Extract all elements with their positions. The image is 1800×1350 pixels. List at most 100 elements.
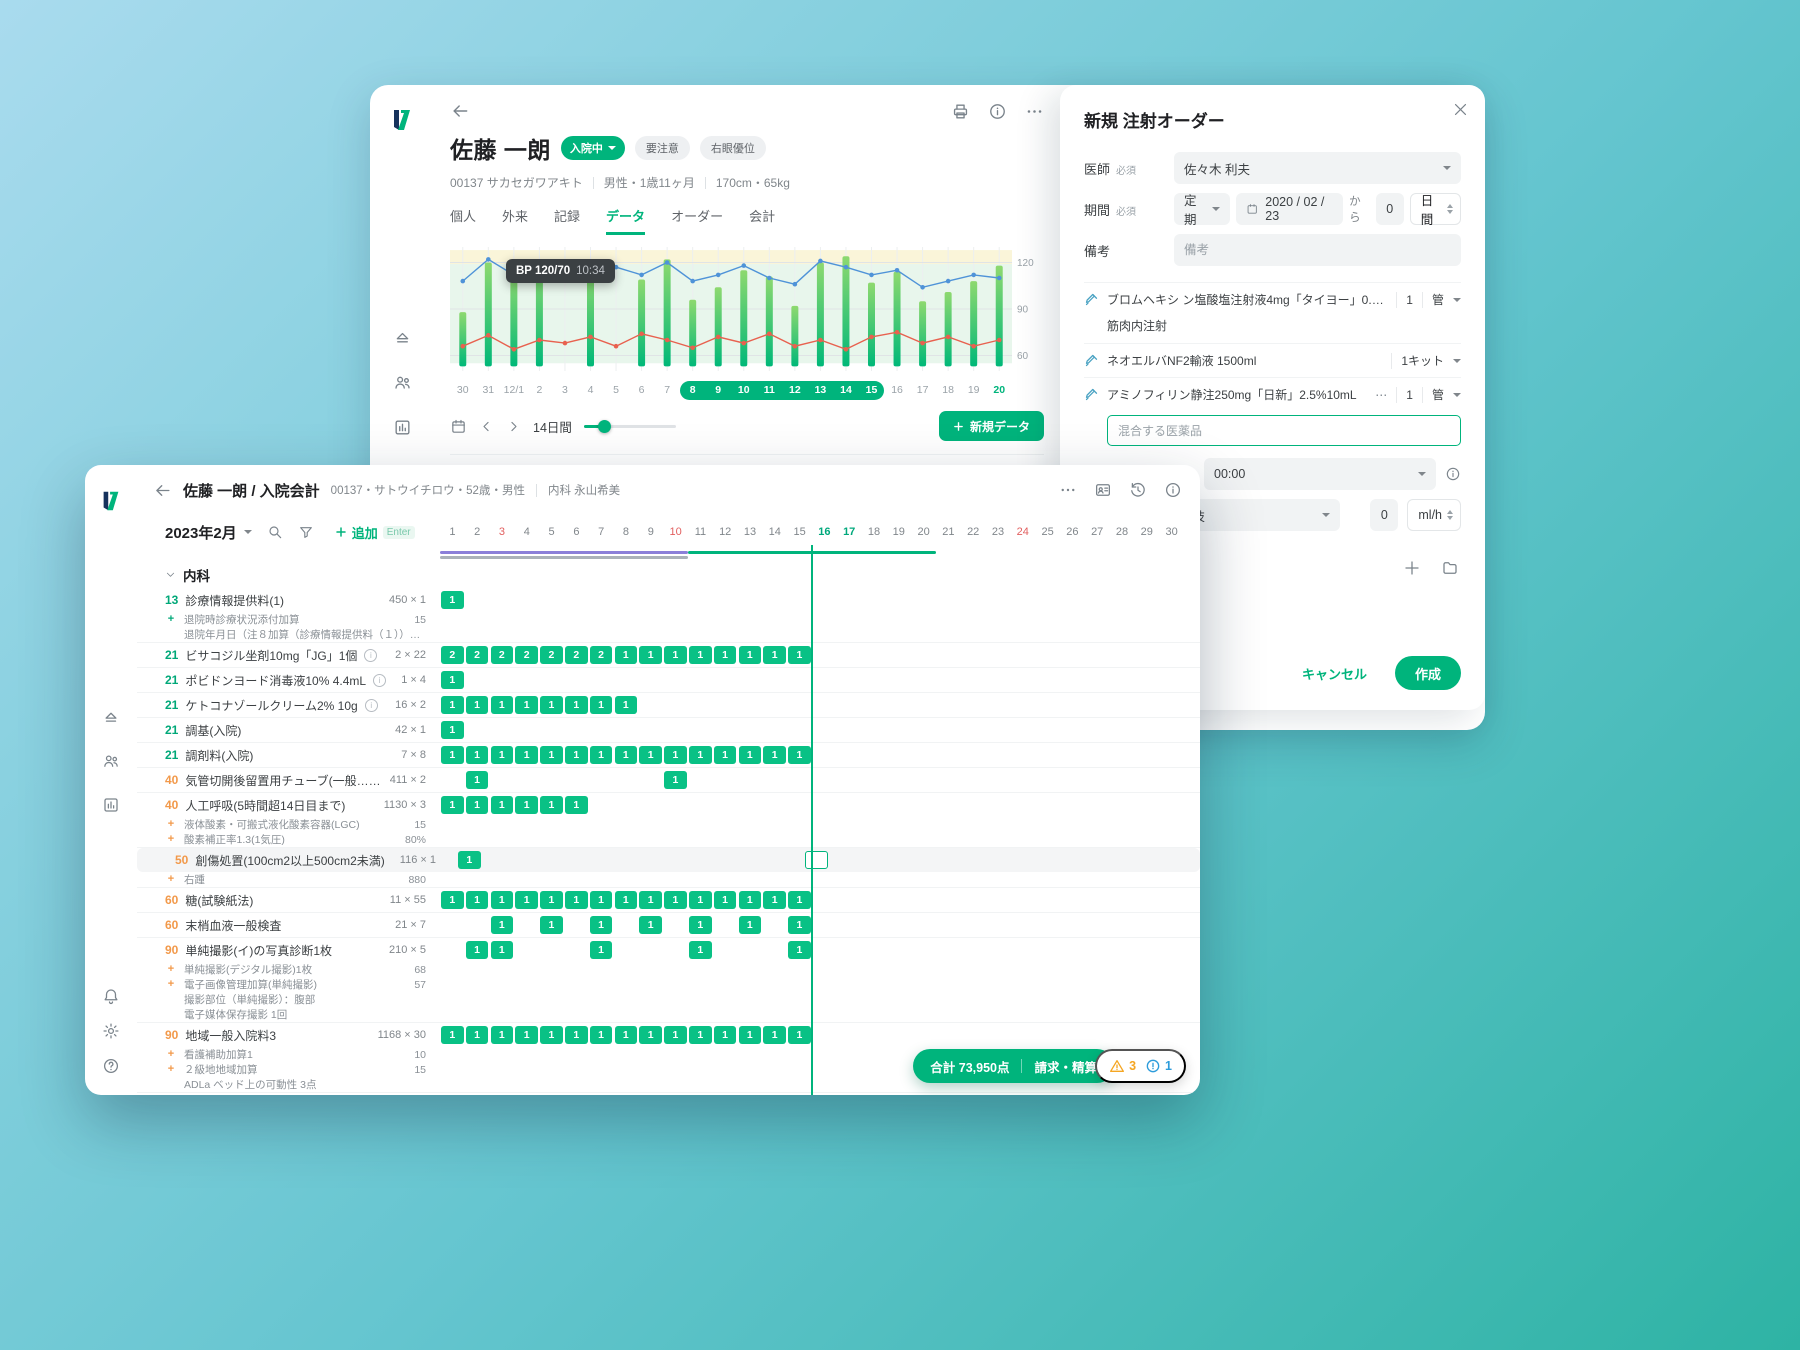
billing-cell[interactable]: 1 <box>788 941 811 959</box>
billing-cell[interactable]: 1 <box>515 891 538 909</box>
rate-unit-stepper[interactable]: ml/h <box>1407 499 1461 531</box>
billing-cell[interactable]: 1 <box>515 696 538 714</box>
billing-cell[interactable]: 1 <box>689 1026 712 1044</box>
billing-cell[interactable]: 1 <box>614 746 638 764</box>
billing-cell[interactable]: 1 <box>664 1026 687 1044</box>
billing-cell[interactable]: 1 <box>465 891 489 909</box>
medication-row[interactable]: ネオエルバNF2輸液 1500ml 1キット <box>1084 343 1461 377</box>
billing-cell[interactable]: 1 <box>515 1026 538 1044</box>
billing-cell[interactable]: 1 <box>614 891 638 909</box>
billing-cell[interactable]: 1 <box>540 746 563 764</box>
billing-cell[interactable]: 1 <box>465 1026 489 1044</box>
memo-input[interactable] <box>1174 234 1461 266</box>
more-icon[interactable]: ⋯ <box>1375 388 1387 402</box>
more-icon[interactable] <box>1059 481 1077 499</box>
billing-cell[interactable]: 1 <box>490 796 514 814</box>
billing-cell[interactable]: 1 <box>738 746 762 764</box>
billing-cell[interactable]: 1 <box>689 916 712 934</box>
billing-cell[interactable]: 1 <box>738 916 762 934</box>
billing-cell[interactable]: 1 <box>515 796 538 814</box>
medication-unit[interactable]: 1キット <box>1401 352 1444 369</box>
tab-記録[interactable]: 記録 <box>554 206 580 235</box>
billing-cell[interactable]: 1 <box>565 746 588 764</box>
billing-cell[interactable]: 1 <box>689 941 712 959</box>
billing-cell[interactable]: 1 <box>788 746 811 764</box>
billing-cell[interactable]: 1 <box>614 646 638 664</box>
add-item-button[interactable]: 追加 Enter <box>329 522 421 543</box>
billing-cell[interactable]: 1 <box>441 671 464 689</box>
billing-cell[interactable]: 1 <box>614 1026 638 1044</box>
tab-外来[interactable]: 外来 <box>502 206 528 235</box>
billing-cell[interactable]: 1 <box>689 646 712 664</box>
billing-cell[interactable]: 1 <box>763 1026 786 1044</box>
billing-cell[interactable]: 2 <box>465 646 489 664</box>
tab-オーダー[interactable]: オーダー <box>671 206 723 235</box>
billing-item-row[interactable]: 40 気管切開後留置用チューブ(一般… 1本 411 × 2 1 1 <box>137 768 1200 792</box>
history-icon[interactable] <box>1129 481 1147 499</box>
billing-cell[interactable]: 1 <box>589 941 613 959</box>
stats-icon[interactable] <box>393 418 412 437</box>
billing-cell-new[interactable] <box>805 851 828 869</box>
billing-cell[interactable]: 1 <box>540 891 563 909</box>
billing-cell[interactable]: 1 <box>639 1026 662 1044</box>
billing-cell[interactable]: 1 <box>465 771 489 789</box>
folder-icon[interactable] <box>1441 559 1459 577</box>
billing-item-row[interactable]: 21 ケトコナゾールクリーム2% 10g i 16 × 211111111 <box>137 693 1200 717</box>
gear-icon[interactable] <box>102 1022 120 1040</box>
tab-データ[interactable]: データ <box>606 206 646 235</box>
billing-cell[interactable]: 1 <box>614 696 638 714</box>
eject-icon[interactable] <box>102 708 120 726</box>
period-type-select[interactable]: 定期 <box>1174 193 1230 227</box>
stats-icon[interactable] <box>102 796 120 814</box>
billing-cell[interactable]: 1 <box>664 746 687 764</box>
billing-cell[interactable]: 1 <box>763 746 786 764</box>
billing-item-row[interactable]: 21 ビサコジル坐剤10mg「JG」1個 i 2 × 22 2 2 2 2 2 2 2 1 1 1 1 1 1 1… <box>137 643 1200 667</box>
stepper-arrows-icon[interactable] <box>1447 204 1454 214</box>
info-icon[interactable] <box>1164 481 1182 499</box>
billing-cell[interactable]: 2 <box>589 646 613 664</box>
zoom-slider[interactable] <box>583 419 676 433</box>
billing-cell[interactable]: 1 <box>738 646 762 664</box>
billing-cell[interactable]: 1 <box>490 916 514 934</box>
billing-cell[interactable]: 1 <box>639 916 662 934</box>
billing-cell[interactable]: 1 <box>763 646 786 664</box>
billing-cell[interactable]: 1 <box>565 796 588 814</box>
billing-cell[interactable]: 1 <box>565 891 588 909</box>
info-icon[interactable]: i <box>364 648 378 662</box>
billing-item-row[interactable]: 13 診療情報提供料(1) 450 × 1 1 <box>137 588 1200 612</box>
info-icon[interactable]: i <box>373 673 387 687</box>
billing-cell[interactable]: 1 <box>713 746 737 764</box>
billing-cell[interactable]: 1 <box>589 916 613 934</box>
billing-cell[interactable]: 1 <box>441 891 464 909</box>
info-icon[interactable]: i <box>364 698 378 712</box>
billing-cell[interactable]: 1 <box>689 746 712 764</box>
rate-input[interactable]: 0 <box>1370 499 1399 531</box>
billing-cell[interactable]: 1 <box>788 1026 811 1044</box>
search-icon[interactable] <box>267 524 283 540</box>
billing-cell[interactable]: 1 <box>763 891 786 909</box>
billing-item-row[interactable]: 60 末梢血液一般検査 21 × 7 1 1 1 1 1 1 1 <box>137 913 1200 937</box>
billing-cell[interactable]: 1 <box>540 696 563 714</box>
billing-cell[interactable]: 1 <box>458 851 481 869</box>
billing-cell[interactable]: 1 <box>689 891 712 909</box>
billing-cell[interactable]: 1 <box>441 591 464 609</box>
close-icon[interactable] <box>1452 101 1469 118</box>
billing-cell[interactable]: 1 <box>639 891 662 909</box>
billing-item-row[interactable]: 50 創傷処置(100cm2以上500cm2未満) 116 × 1 1 <box>137 848 1200 872</box>
billing-cell[interactable]: 1 <box>490 696 514 714</box>
billing-cell[interactable]: 1 <box>490 891 514 909</box>
billing-cell[interactable]: 1 <box>713 1026 737 1044</box>
billing-cell[interactable]: 1 <box>589 746 613 764</box>
billing-cell[interactable]: 1 <box>788 646 811 664</box>
doctor-select[interactable]: 佐々木 利夫 <box>1174 152 1461 184</box>
billing-cell[interactable]: 1 <box>713 646 737 664</box>
billing-cell[interactable]: 2 <box>540 646 563 664</box>
billing-cell[interactable]: 1 <box>490 746 514 764</box>
back-arrow[interactable] <box>153 481 172 500</box>
chart-date-label[interactable]: 20 <box>984 384 1014 396</box>
help-icon[interactable] <box>102 1057 120 1075</box>
period-unit-stepper[interactable]: 日間 <box>1409 193 1462 227</box>
new-data-button[interactable]: 新規データ <box>938 411 1044 441</box>
billing-cell[interactable]: 1 <box>639 646 662 664</box>
billing-item-row[interactable]: 40 人工呼吸(5時間超14日目まで) 1130 × 3111111 <box>137 793 1200 817</box>
